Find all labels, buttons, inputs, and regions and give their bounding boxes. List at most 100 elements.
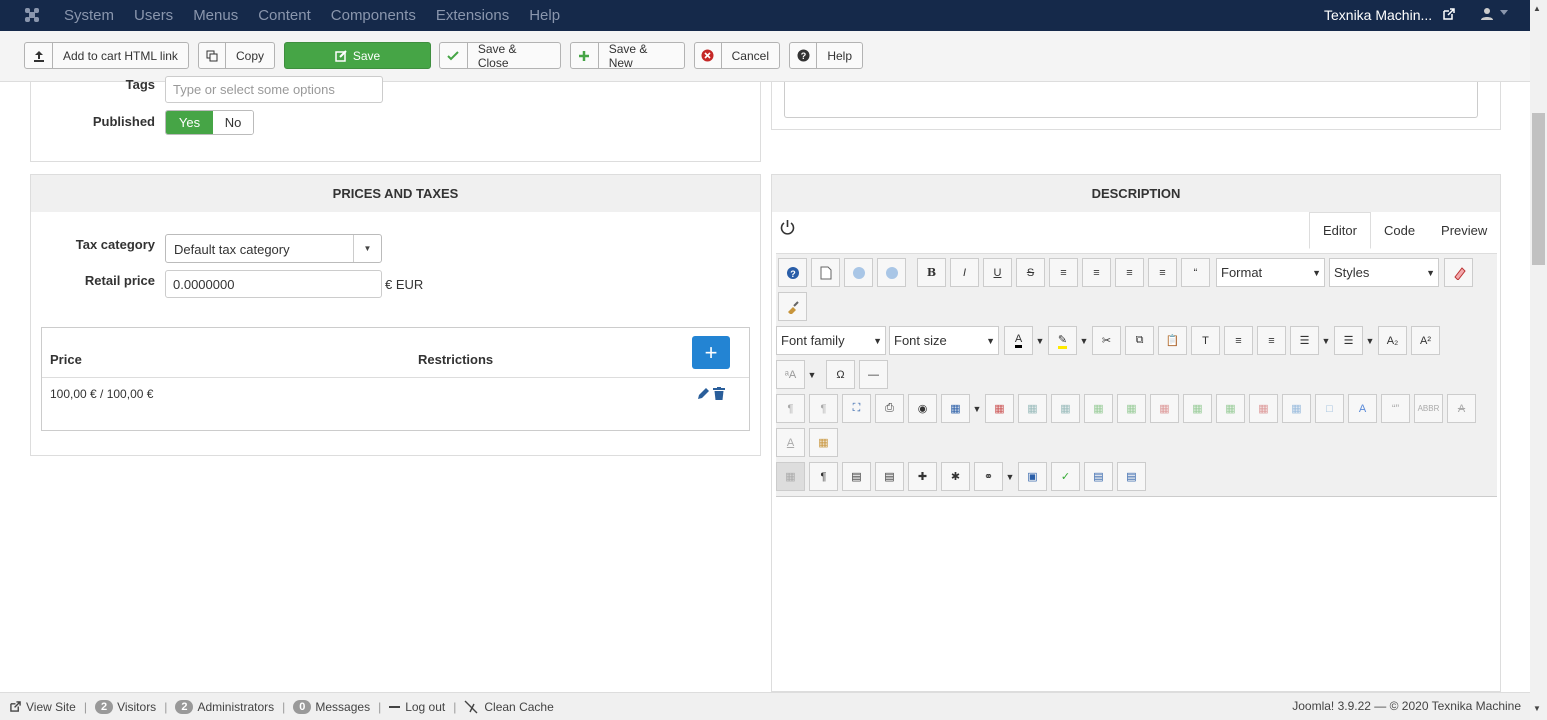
help-icon[interactable]: ?: [778, 258, 807, 287]
cell-props-icon[interactable]: ▦: [1051, 394, 1080, 423]
font-size-select[interactable]: Font size ▼: [889, 326, 999, 355]
text-size-icon[interactable]: ᵃA: [776, 360, 805, 389]
nonbreaking-icon[interactable]: ✱: [941, 462, 970, 491]
indent-icon[interactable]: ≡: [1224, 326, 1253, 355]
underline-icon[interactable]: U: [983, 258, 1012, 287]
align-left-icon[interactable]: ≡: [1115, 258, 1144, 287]
split-cells-icon[interactable]: ▦: [1282, 394, 1311, 423]
tab-code[interactable]: Code: [1371, 212, 1428, 249]
scroll-up-icon[interactable]: ▲: [1533, 4, 1541, 13]
insert-row-before-icon[interactable]: ▦: [1084, 394, 1113, 423]
site-name-link[interactable]: Texnika Machin...: [1324, 7, 1432, 23]
spellcheck-icon[interactable]: ✓: [1051, 462, 1080, 491]
table-icon[interactable]: ▦: [941, 394, 970, 423]
cancel-button[interactable]: Cancel: [694, 42, 780, 69]
bullet-list-icon[interactable]: ☰: [1334, 326, 1363, 355]
paste-icon[interactable]: 📋: [1158, 326, 1187, 355]
delete-row-icon[interactable]: ▦: [1150, 394, 1179, 423]
caret-down-icon[interactable]: ▼: [1079, 326, 1089, 355]
cut-icon[interactable]: ✂: [1092, 326, 1121, 355]
template-icon[interactable]: ▤: [842, 462, 871, 491]
scrollbar-thumb[interactable]: [1532, 113, 1545, 265]
menu-help[interactable]: Help: [529, 7, 560, 24]
redo-icon[interactable]: [877, 258, 906, 287]
page-scrollbar[interactable]: ▲ ▼: [1530, 0, 1547, 720]
link-icon[interactable]: ⚭: [974, 462, 1003, 491]
caret-down-icon[interactable]: ▼: [972, 394, 982, 423]
insert-col-before-icon[interactable]: ▦: [1183, 394, 1212, 423]
subscript-icon[interactable]: A₂: [1378, 326, 1407, 355]
deletion-icon[interactable]: A: [1447, 394, 1476, 423]
tags-input[interactable]: Type or select some options: [165, 76, 383, 103]
align-right-icon[interactable]: ≡: [1148, 258, 1177, 287]
outdent-icon[interactable]: ≡: [1257, 326, 1286, 355]
caret-down-icon[interactable]: ▼: [1035, 326, 1045, 355]
text-color-icon[interactable]: A: [1004, 326, 1033, 355]
menu-system[interactable]: System: [64, 7, 114, 24]
power-icon[interactable]: [780, 219, 795, 235]
new-document-icon[interactable]: [811, 258, 840, 287]
numbered-list-icon[interactable]: ☰: [1290, 326, 1319, 355]
cleanup-brush-icon[interactable]: [778, 292, 807, 321]
retail-price-input[interactable]: 0.0000000: [165, 270, 382, 298]
insert-icon[interactable]: ✚: [908, 462, 937, 491]
tax-category-select[interactable]: Default tax category ▼: [165, 234, 382, 263]
insert-row-after-icon[interactable]: ▦: [1117, 394, 1146, 423]
add-price-button[interactable]: +: [692, 336, 730, 369]
view-site-link[interactable]: View Site: [10, 700, 76, 714]
italic-icon[interactable]: I: [950, 258, 979, 287]
show-blocks-icon[interactable]: ¶: [809, 462, 838, 491]
administrators-link[interactable]: 2 Administrators: [175, 699, 274, 714]
messages-link[interactable]: 0 Messages: [293, 699, 370, 714]
format-select[interactable]: Format ▼: [1216, 258, 1325, 287]
delete-col-icon[interactable]: ▦: [1249, 394, 1278, 423]
pencil-icon[interactable]: [697, 387, 710, 400]
caret-down-icon[interactable]: ▼: [1321, 326, 1331, 355]
add-to-cart-html-link-button[interactable]: Add to cart HTML link: [24, 42, 189, 69]
delete-table-icon[interactable]: ▦: [985, 394, 1014, 423]
image-dropzone[interactable]: [784, 82, 1478, 118]
bold-icon[interactable]: B: [917, 258, 946, 287]
visitors-link[interactable]: 2 Visitors: [94, 699, 156, 714]
published-no-option[interactable]: No: [213, 111, 253, 134]
styles-select[interactable]: Styles ▼: [1329, 258, 1439, 287]
attributes-icon[interactable]: ▦: [809, 428, 838, 457]
insertion-icon[interactable]: A: [776, 428, 805, 457]
user-icon[interactable]: [1480, 7, 1494, 21]
blockquote-icon[interactable]: “: [1181, 258, 1210, 287]
joomla-logo-icon[interactable]: [22, 5, 42, 25]
special-character-icon[interactable]: Ω: [826, 360, 855, 389]
tab-editor[interactable]: Editor: [1309, 212, 1371, 249]
menu-users[interactable]: Users: [134, 7, 173, 24]
insert-col-after-icon[interactable]: ▦: [1216, 394, 1245, 423]
readmore-icon[interactable]: ▤: [1117, 462, 1146, 491]
caret-down-icon[interactable]: ▼: [1365, 326, 1375, 355]
published-toggle[interactable]: Yes No: [165, 110, 254, 135]
merge-cells-icon[interactable]: □: [1315, 394, 1344, 423]
rtl-icon[interactable]: ¶: [809, 394, 838, 423]
highlight-color-icon[interactable]: ✎: [1048, 326, 1077, 355]
trash-icon[interactable]: [713, 387, 725, 400]
chevron-down-icon[interactable]: [1500, 10, 1508, 16]
save-button[interactable]: Save: [284, 42, 431, 69]
copy-icon[interactable]: ⧉: [1125, 326, 1154, 355]
menu-components[interactable]: Components: [331, 7, 416, 24]
row-props-icon[interactable]: ▦: [1018, 394, 1047, 423]
ltr-icon[interactable]: ¶: [776, 394, 805, 423]
fullscreen-icon[interactable]: ⛶: [842, 394, 871, 423]
save-close-button[interactable]: Save & Close: [439, 42, 561, 70]
clean-cache-link[interactable]: Clean Cache: [464, 700, 554, 714]
published-yes-option[interactable]: Yes: [166, 111, 213, 134]
menu-menus[interactable]: Menus: [193, 7, 238, 24]
font-family-select[interactable]: Font family ▼: [776, 326, 886, 355]
save-new-button[interactable]: Save & New: [570, 42, 685, 70]
print-icon[interactable]: ⎙: [875, 394, 904, 423]
scroll-down-icon[interactable]: ▼: [1533, 704, 1541, 713]
tab-preview[interactable]: Preview: [1428, 212, 1500, 249]
menu-content[interactable]: Content: [258, 7, 311, 24]
visual-aid-icon[interactable]: ▦: [776, 462, 805, 491]
caret-down-icon[interactable]: ▼: [807, 360, 817, 389]
abbreviation-icon[interactable]: ABBR: [1414, 394, 1443, 423]
article-icon[interactable]: ▤: [1084, 462, 1113, 491]
paste-text-icon[interactable]: T: [1191, 326, 1220, 355]
